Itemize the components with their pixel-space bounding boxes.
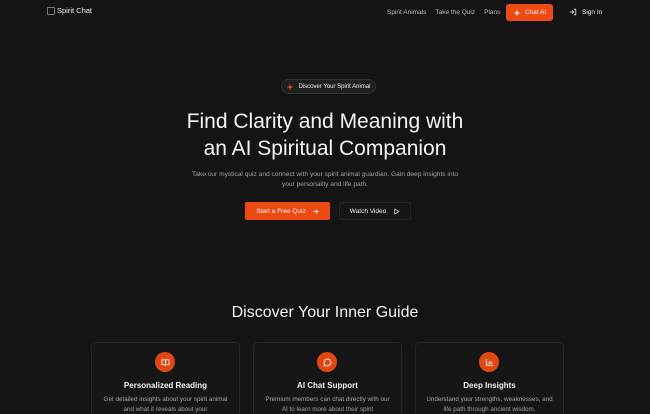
log-in-icon: [569, 8, 577, 16]
hero-title-line-2: an AI Spiritual Companion: [203, 137, 447, 160]
book-open-icon: [160, 358, 170, 366]
start-quiz-button[interactable]: Start a Free Quiz: [245, 202, 330, 220]
nav-link-spirit-animals[interactable]: Spirit Animals: [387, 9, 426, 16]
top-nav: Spirit Chat Spirit Animals Take the Quiz…: [0, 0, 650, 26]
watch-video-button[interactable]: Watch Video: [339, 202, 411, 220]
chat-ai-button[interactable]: Chat AI: [506, 4, 553, 21]
broken-image-icon: [47, 6, 55, 15]
watch-video-label: Watch Video: [349, 207, 387, 215]
sign-in-button[interactable]: Sign In: [569, 8, 602, 16]
feature-card-personalized-reading: Personalized Reading Get detailed insigh…: [91, 342, 240, 414]
hero-badge-label: Discover Your Spirit Animal: [298, 83, 371, 90]
logo-alt-text: Spirit Chat: [57, 6, 93, 15]
chart-icon: [485, 358, 493, 366]
feature-card-ai-chat-support: AI Chat Support Premium members can chat…: [253, 342, 402, 414]
hero-subtitle: Take our mystical quiz and connect with …: [191, 171, 459, 188]
features-title: Discover Your Inner Guide: [231, 304, 419, 321]
feature-card-text: Understand your strengths, weaknesses, a…: [426, 396, 553, 413]
hero-title-line-1: Find Clarity and Meaning with: [186, 110, 464, 133]
chat-ai-label: Chat AI: [524, 9, 547, 16]
play-icon: [394, 207, 400, 215]
feature-card-title: Personalized Reading: [123, 381, 208, 390]
feature-icon-badge: [479, 352, 499, 372]
arrow-right-icon: [312, 208, 319, 214]
feature-icon-badge: [155, 352, 175, 372]
hero-title: Find Clarity and Meaning with an AI Spir…: [0, 108, 650, 162]
logo[interactable]: Spirit Chat: [47, 6, 92, 15]
nav-links: Spirit Animals Take the Quiz Plans: [387, 9, 500, 16]
message-circle-icon: [322, 358, 331, 367]
start-quiz-label: Start a Free Quiz: [256, 207, 306, 215]
nav-link-plans[interactable]: Plans: [484, 9, 500, 16]
feature-card-text: Premium members can chat directly with o…: [265, 396, 390, 413]
sparkle-icon: [513, 8, 521, 17]
sparkle-icon: [286, 82, 295, 91]
hero-badge: Discover Your Spirit Animal: [281, 79, 376, 94]
feature-card-deep-insights: Deep Insights Understand your strengths,…: [415, 342, 564, 414]
nav-link-take-quiz[interactable]: Take the Quiz: [435, 9, 475, 16]
sign-in-label: Sign In: [582, 8, 603, 16]
feature-icon-badge: [317, 352, 337, 372]
feature-card-title: Deep Insights: [463, 381, 516, 390]
feature-card-title: AI Chat Support: [297, 381, 358, 390]
feature-card-text: Get detailed insights about your spirit …: [103, 396, 228, 413]
